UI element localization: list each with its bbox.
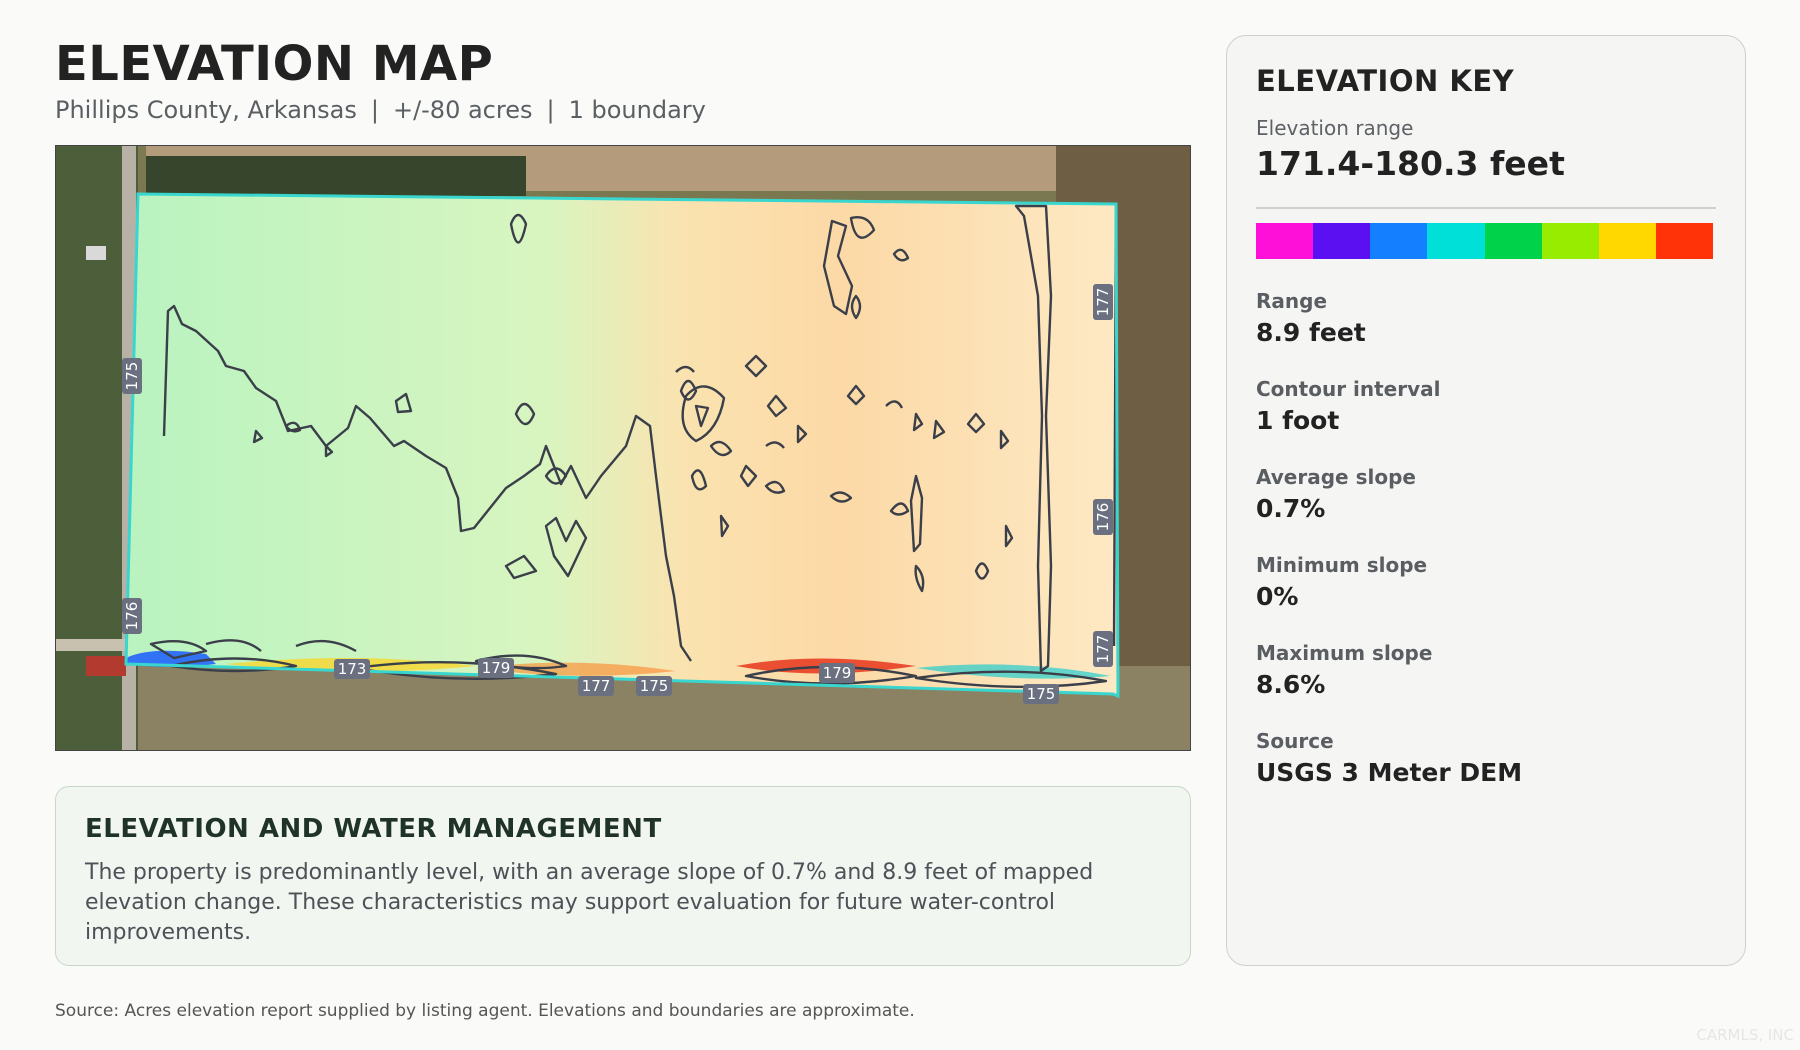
water-management-notes: ELEVATION AND WATER MANAGEMENT The prope…: [55, 786, 1191, 966]
svg-text:177: 177: [1094, 288, 1112, 317]
stat-label: Average slope: [1256, 465, 1416, 489]
contour-label: 179: [478, 658, 514, 678]
stat-label: Range: [1256, 289, 1328, 313]
stat-minimum-slope: Minimum slope 0%: [1256, 553, 1716, 611]
stat-value: 1 foot: [1256, 406, 1340, 435]
contour-label: 175: [1023, 684, 1059, 704]
stat-average-slope: Average slope 0.7%: [1256, 465, 1716, 523]
elevation-map[interactable]: 175 176 173 179 177 175 179 175 177 176 …: [55, 145, 1191, 751]
stat-label: Maximum slope: [1256, 641, 1433, 665]
elevation-range-value: 171.4-180.3 feet: [1256, 144, 1565, 183]
ramp-swatch: [1598, 223, 1656, 259]
barn-roof: [86, 656, 126, 676]
stat-range: Range 8.9 feet: [1256, 289, 1716, 347]
notes-title: ELEVATION AND WATER MANAGEMENT: [85, 814, 662, 844]
color-ramp: [1256, 223, 1713, 259]
ramp-swatch: [1541, 223, 1599, 259]
tree-line: [146, 156, 526, 196]
stat-label: Contour interval: [1256, 377, 1441, 401]
svg-text:176: 176: [123, 602, 141, 631]
divider: [1256, 207, 1716, 209]
separator: |: [370, 96, 379, 124]
stat-value: USGS 3 Meter DEM: [1256, 758, 1523, 787]
stat-value: 8.9 feet: [1256, 318, 1366, 347]
terrain-overlay: [126, 194, 1118, 696]
stat-maximum-slope: Maximum slope 8.6%: [1256, 641, 1716, 699]
stat-label: Source: [1256, 729, 1334, 753]
svg-text:176: 176: [1094, 503, 1112, 532]
contour-label: 176: [122, 598, 142, 634]
ramp-swatch: [1427, 223, 1485, 259]
stat-source: Source USGS 3 Meter DEM: [1256, 729, 1716, 787]
contour-label: 175: [636, 676, 672, 696]
elevation-map-canvas: 175 176 173 179 177 175 179 175 177 176 …: [56, 146, 1190, 750]
source-footnote: Source: Acres elevation report supplied …: [55, 1001, 915, 1021]
stat-value: 0.7%: [1256, 494, 1326, 523]
svg-text:179: 179: [482, 659, 511, 677]
boundary-count-text: 1 boundary: [568, 96, 706, 124]
elevation-range-label: Elevation range: [1256, 116, 1414, 140]
ramp-swatch: [1313, 223, 1371, 259]
contour-label: 177: [578, 676, 614, 696]
svg-text:177: 177: [1094, 635, 1112, 664]
svg-text:175: 175: [640, 677, 669, 695]
stat-value: 8.6%: [1256, 670, 1326, 699]
svg-text:179: 179: [823, 664, 852, 682]
contour-label: 176: [1093, 499, 1113, 535]
page-title: ELEVATION MAP: [55, 36, 494, 92]
contour-label: 179: [819, 663, 855, 683]
property-subtitle: Phillips County, Arkansas | +/-80 acres | 1 …: [55, 96, 706, 124]
stat-label: Minimum slope: [1256, 553, 1428, 577]
ramp-swatch: [1655, 223, 1713, 259]
svg-text:173: 173: [338, 660, 367, 678]
ramp-swatch: [1370, 223, 1428, 259]
contour-label: 175: [122, 358, 142, 394]
contour-label: 173: [334, 659, 370, 679]
building: [86, 246, 106, 260]
notes-body: The property is predominantly level, wit…: [85, 860, 1094, 945]
separator: |: [546, 96, 555, 124]
stat-value: 0%: [1256, 582, 1299, 611]
contour-label: 177: [1093, 631, 1113, 667]
stat-contour-interval: Contour interval 1 foot: [1256, 377, 1716, 435]
ramp-swatch: [1256, 223, 1314, 259]
svg-text:175: 175: [123, 362, 141, 391]
watermark: CARMLS, INC: [1696, 1026, 1794, 1044]
svg-text:177: 177: [582, 677, 611, 695]
svg-text:175: 175: [1027, 685, 1056, 703]
acreage-text: +/-80 acres: [392, 96, 533, 124]
elevation-key-panel: ELEVATION KEY Elevation range 171.4-180.…: [1226, 35, 1746, 966]
contour-label: 177: [1093, 284, 1113, 320]
location-text: Phillips County, Arkansas: [55, 96, 357, 124]
ramp-swatch: [1484, 223, 1542, 259]
key-title: ELEVATION KEY: [1256, 64, 1515, 98]
